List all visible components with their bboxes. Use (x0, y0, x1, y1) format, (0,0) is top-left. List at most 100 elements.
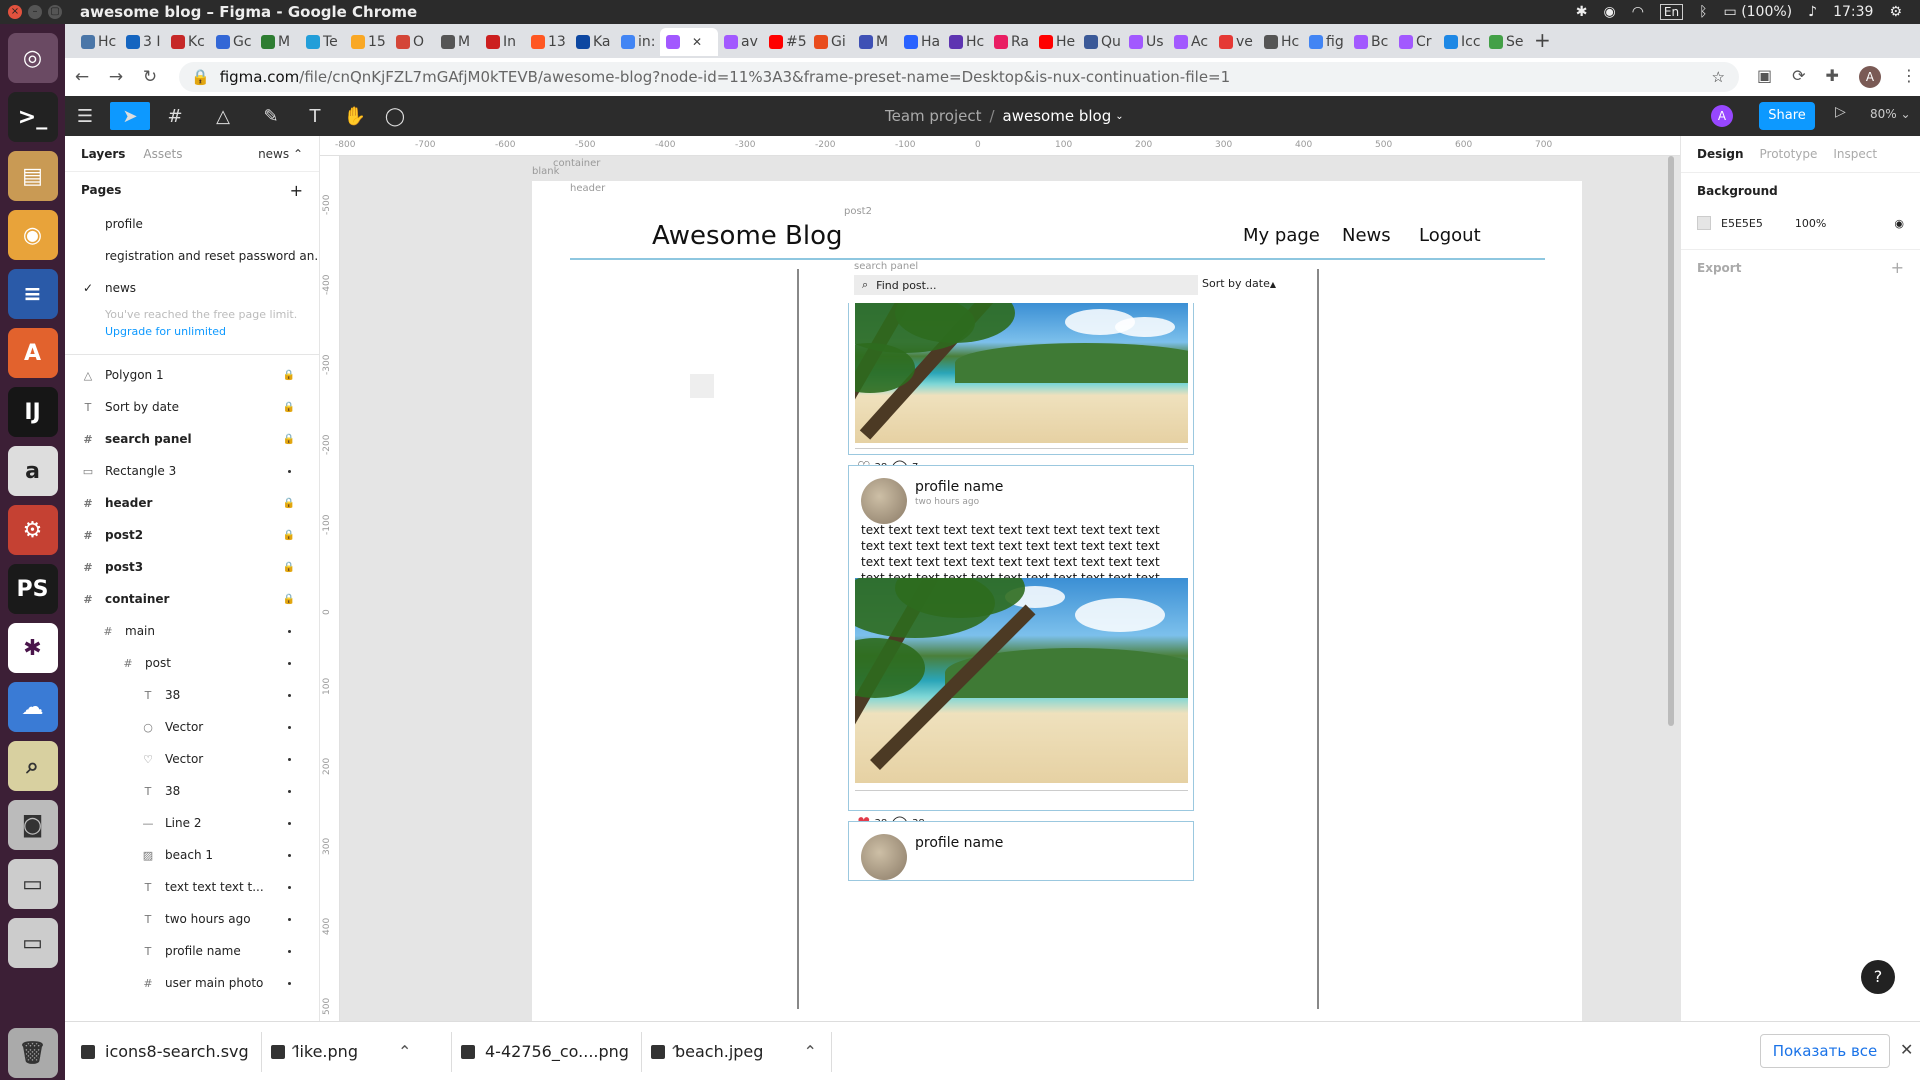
pen-tool-icon[interactable]: ✎ (251, 102, 291, 130)
breadcrumb-file[interactable]: awesome blog (1003, 107, 1112, 125)
download-item[interactable]: beach.jpeg ⌃ (651, 1022, 817, 1080)
layer-row[interactable]: # header 🔒 (65, 487, 319, 519)
window-maximize-button[interactable]: ▢ (48, 5, 62, 19)
lock-icon[interactable]: 🔒 (283, 594, 295, 605)
main-menu-icon[interactable]: ☰ (65, 102, 105, 130)
background-hex[interactable]: E5E5E5 (1721, 217, 1763, 230)
background-swatch[interactable] (1697, 216, 1711, 230)
writer-icon[interactable]: ≡ (7, 269, 58, 319)
lock-icon[interactable]: 🔒 (283, 402, 295, 413)
amazon-icon[interactable]: a (7, 446, 58, 496)
browser-tab[interactable]: av (718, 28, 763, 56)
battery-indicator[interactable]: ▭ (100%) (1724, 4, 1793, 20)
comment-tool-icon[interactable]: ◯ (375, 102, 415, 130)
window-minimize-button[interactable]: – (28, 5, 42, 19)
profile-name[interactable]: profile name (915, 835, 1003, 851)
remote-desktop-icon[interactable]: ☁ (7, 682, 58, 732)
ubuntu-icon[interactable]: ◎ (7, 33, 58, 83)
browser-tab[interactable]: M (255, 28, 300, 56)
tab-design[interactable]: Design (1697, 147, 1744, 161)
chevron-down-icon[interactable]: ⌄ (1115, 111, 1123, 122)
browser-tab[interactable]: 13 (525, 28, 570, 56)
layer-dot-icon[interactable] (288, 757, 291, 761)
layer-dot-icon[interactable] (288, 629, 291, 633)
bluetooth-icon[interactable]: ᛒ (1699, 4, 1707, 20)
lock-icon[interactable]: 🔒 (283, 562, 295, 573)
browser-tab[interactable]: fig (1303, 28, 1348, 56)
tab-assets[interactable]: Assets (143, 147, 182, 161)
layer-row[interactable]: # search panel 🔒 (65, 423, 319, 455)
browser-tab[interactable]: Se (1483, 28, 1528, 56)
browser-tab[interactable]: Hc (1258, 28, 1303, 56)
layer-dot-icon[interactable] (288, 725, 291, 729)
download-item[interactable]: 4-42756_co....png ⌃ (461, 1022, 682, 1080)
forward-icon[interactable]: → (99, 67, 133, 87)
canvas-scrollbar[interactable] (1668, 156, 1674, 726)
clock[interactable]: 17:39 (1833, 4, 1873, 20)
layer-row[interactable]: T Sort by date 🔒 (65, 391, 319, 423)
browser-tab[interactable]: Us (1123, 28, 1168, 56)
page-item[interactable]: ✓ news (65, 272, 319, 304)
layer-row[interactable]: # post (65, 647, 319, 679)
browser-tab[interactable]: Gi (808, 28, 853, 56)
layer-row[interactable]: # main (65, 615, 319, 647)
upgrade-link[interactable]: Upgrade for unlimited (65, 325, 319, 338)
layer-row[interactable]: △ Polygon 1 🔒 (65, 359, 319, 391)
profile-avatar[interactable]: A (1858, 66, 1881, 88)
browser-tab[interactable]: 3 I (120, 28, 165, 56)
page-item[interactable]: registration and reset password an... (65, 240, 319, 272)
layer-dot-icon[interactable] (288, 469, 291, 473)
layer-row[interactable]: # post3 🔒 (65, 551, 319, 583)
volume-icon[interactable]: ♪ (1808, 4, 1817, 20)
wifi-icon[interactable]: ◠ (1632, 4, 1644, 20)
puzzle-icon[interactable]: ✚ (1826, 66, 1839, 88)
user-avatar[interactable]: A (1711, 105, 1733, 127)
show-all-downloads-button[interactable]: Показать все (1760, 1034, 1890, 1068)
slack-tray-icon[interactable]: ✱ (1576, 4, 1588, 20)
bookmark-star-icon[interactable]: ☆ (1712, 68, 1725, 86)
chevron-up-icon[interactable]: ⌃ (803, 1042, 816, 1061)
address-bar[interactable]: 🔒 figma.com/file/cnQnKjFZL7mGAfjM0kTEVB/… (179, 62, 1739, 92)
layer-row[interactable]: Tprofile name (65, 935, 319, 967)
settings-icon[interactable]: ⚙ (7, 505, 58, 555)
hand-tool-icon[interactable]: ✋ (335, 102, 375, 130)
browser-tab[interactable]: ve (1213, 28, 1258, 56)
back-icon[interactable]: ← (65, 67, 99, 87)
browser-tab[interactable]: 15 (345, 28, 390, 56)
extension-icon[interactable]: ▣ (1757, 66, 1772, 88)
image-viewer-icon[interactable]: ⌕ (7, 741, 58, 791)
polygon-placeholder[interactable] (690, 374, 714, 398)
sort-by-date[interactable]: Sort by date▲ (1202, 277, 1276, 290)
browser-tab[interactable]: He (1033, 28, 1078, 56)
reload-icon[interactable]: ↻ (133, 67, 167, 87)
phpstorm-icon[interactable]: PS (7, 564, 58, 614)
layer-row[interactable]: ▨ beach 1 (65, 839, 319, 871)
layer-row[interactable]: # user main photo (65, 967, 319, 999)
add-page-icon[interactable]: + (290, 181, 303, 200)
post-card[interactable] (848, 303, 1194, 455)
background-opacity[interactable]: 100% (1795, 217, 1826, 230)
files-icon[interactable]: ▤ (7, 151, 58, 201)
tab-prototype[interactable]: Prototype (1760, 147, 1818, 161)
download-item[interactable]: like.png ⌃ (271, 1022, 411, 1080)
keyboard-layout[interactable]: En (1659, 4, 1684, 20)
layer-dot-icon[interactable] (288, 693, 291, 697)
nav-news[interactable]: News (1342, 225, 1391, 246)
layer-row[interactable]: # post2 🔒 (65, 519, 319, 551)
browser-tab[interactable]: #5 (763, 28, 808, 56)
share-button[interactable]: Share (1759, 102, 1815, 130)
present-play-icon[interactable]: ▷ (1835, 104, 1846, 120)
layer-row[interactable]: Ttwo hours ago (65, 903, 319, 935)
software-center-icon[interactable]: A (7, 328, 58, 378)
sync-tray-icon[interactable]: ◉ (1603, 4, 1615, 20)
tab-layers[interactable]: Layers (81, 147, 125, 161)
layer-row[interactable]: # container 🔒 (65, 583, 319, 615)
post-card[interactable]: profile name (848, 821, 1194, 881)
browser-tab[interactable]: Ac (1168, 28, 1213, 56)
disk2-icon[interactable]: ▭ (7, 918, 58, 968)
disk-icon[interactable]: ▭ (7, 859, 58, 909)
layer-row[interactable]: T 38 (65, 775, 319, 807)
add-export-icon[interactable]: + (1891, 250, 1904, 286)
browser-tab[interactable]: Icc (1438, 28, 1483, 56)
browser-tab[interactable]: in: (615, 28, 660, 56)
